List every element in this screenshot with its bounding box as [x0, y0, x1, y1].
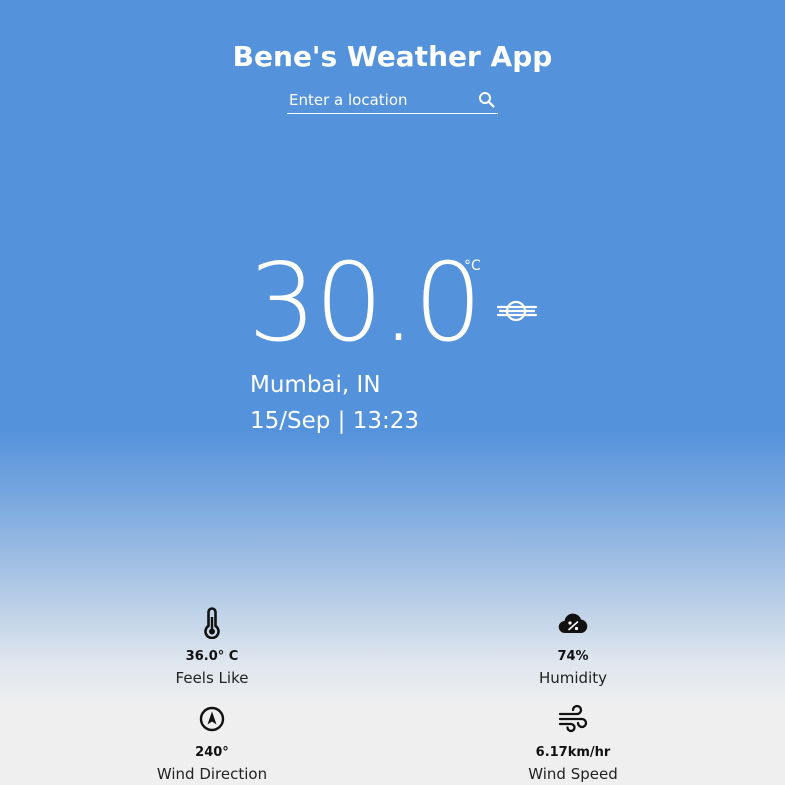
search-icon[interactable]: [478, 91, 496, 109]
humidity-label: Humidity: [538, 669, 607, 687]
humidity-cloud-icon: [557, 607, 589, 639]
temperature-unit: °C: [464, 258, 481, 274]
compass-icon: [196, 703, 228, 735]
date-time-label: 15/Sep | 13:23: [250, 408, 420, 434]
wind-icon: [557, 703, 589, 735]
wind-speed-label: Wind Speed: [528, 765, 618, 783]
app-title: Bene's Weather App: [232, 40, 553, 73]
thermometer-icon: [196, 607, 228, 640]
wind-direction-value: 240°: [195, 745, 229, 760]
feels-like-label: Feels Like: [175, 669, 249, 687]
humidity-stat: 74% Humidity: [473, 607, 673, 687]
wind-direction-stat: 240° Wind Direction: [112, 703, 312, 783]
search-bar: [287, 88, 498, 114]
location-label: Mumbai, IN: [250, 372, 381, 398]
wind-speed-value: 6.17km/hr: [535, 745, 611, 760]
humidity-value: 74%: [557, 649, 589, 664]
wind-speed-stat: 6.17km/hr Wind Speed: [473, 703, 673, 783]
current-temperature: 30.0: [248, 241, 482, 366]
feels-like-value: 36.0° C: [185, 649, 239, 664]
haze-icon: [496, 295, 538, 327]
search-input[interactable]: [289, 88, 469, 112]
feels-like-stat: 36.0° C Feels Like: [112, 607, 312, 687]
wind-direction-label: Wind Direction: [156, 765, 268, 783]
